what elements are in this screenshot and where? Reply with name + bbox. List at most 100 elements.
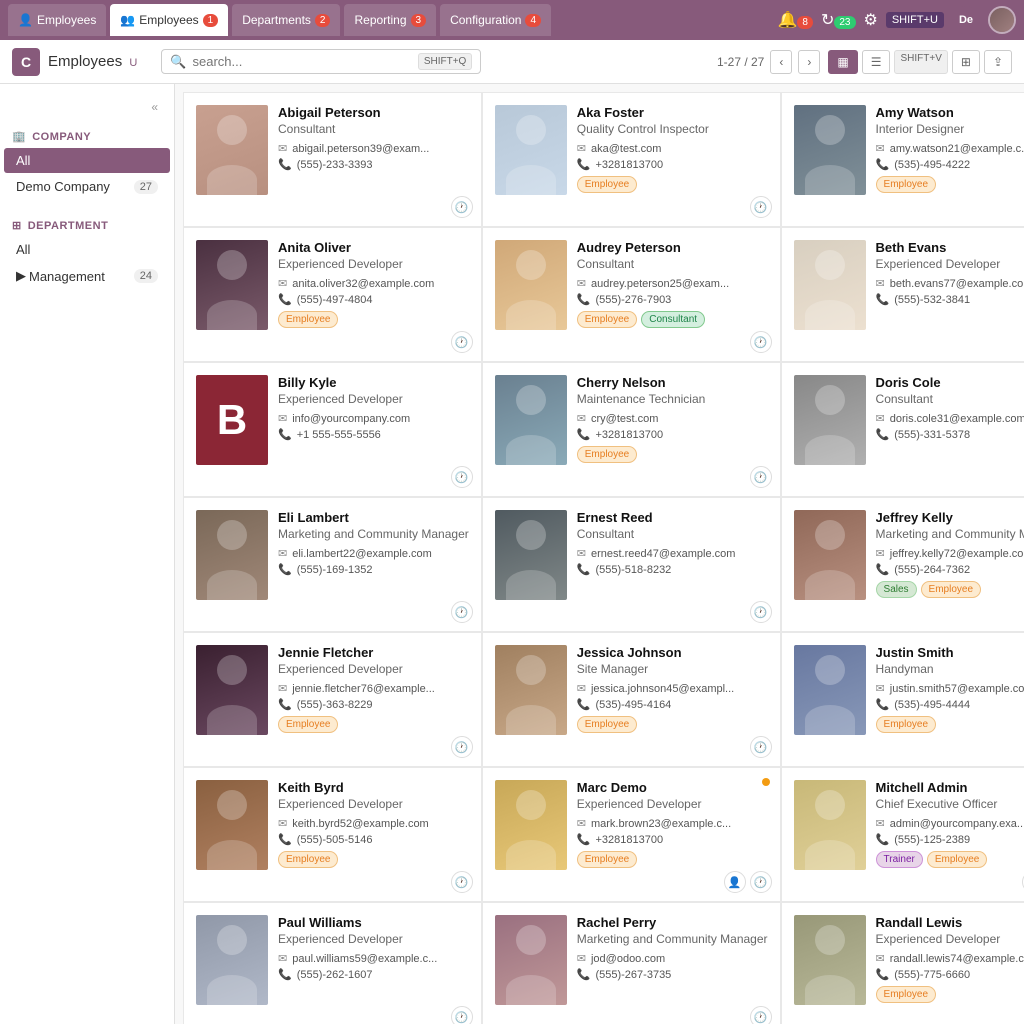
email-icon: ✉ — [577, 142, 586, 155]
employee-job: Experienced Developer — [876, 257, 1024, 271]
employee-card[interactable]: Paul WilliamsExperienced Developer✉paul.… — [183, 902, 482, 1024]
employee-photo — [196, 645, 268, 735]
email-icon: ✉ — [577, 412, 586, 425]
employee-info: Billy KyleExperienced Developer✉info@you… — [278, 375, 469, 484]
employee-email: ✉paul.williams59@example.c... — [278, 952, 469, 965]
refresh-icon[interactable]: ↻23 — [821, 10, 856, 30]
tag-employee: Employee — [577, 851, 637, 868]
employee-extra-icon[interactable]: 👤 — [724, 871, 746, 893]
employee-grid: Abigail PetersonConsultant✉abigail.peter… — [183, 92, 1016, 1024]
employee-clock-button[interactable]: 🕐 — [451, 601, 473, 623]
employee-card[interactable]: Aka FosterQuality Control Inspector✉aka@… — [482, 92, 781, 227]
employee-phone: 📞+3281813700 — [577, 158, 768, 171]
search-input[interactable] — [193, 54, 412, 69]
employee-clock-button[interactable]: 🕐 — [750, 1006, 772, 1024]
employee-card[interactable]: BBilly KyleExperienced Developer✉info@yo… — [183, 362, 482, 497]
employee-tags: SalesEmployee — [876, 581, 1024, 598]
sidebar-item-demo-company[interactable]: Demo Company 27 — [4, 174, 170, 199]
employee-clock-button[interactable]: 🕐 — [750, 331, 772, 353]
employee-card[interactable]: Anita OliverExperienced Developer✉anita.… — [183, 227, 482, 362]
employee-clock-button[interactable]: 🕐 — [451, 736, 473, 758]
search-shortcut: SHIFT+Q — [418, 53, 473, 70]
employee-clock-button[interactable]: 🕐 — [750, 601, 772, 623]
employee-clock-button[interactable]: 🕐 — [750, 871, 772, 893]
tag-trainer: Trainer — [876, 851, 923, 868]
user-profile-avatar[interactable] — [988, 6, 1016, 34]
employee-card[interactable]: Cherry NelsonMaintenance Technician✉cry@… — [482, 362, 781, 497]
employee-clock-button[interactable]: 🕐 — [750, 736, 772, 758]
nav-tab-employees[interactable]: 👥 Employees 1 — [110, 4, 228, 36]
employee-card[interactable]: Jeffrey KellyMarketing and Community Man… — [781, 497, 1024, 632]
next-page-button[interactable]: › — [798, 50, 820, 74]
employee-card[interactable]: Audrey PetersonConsultant✉audrey.peterso… — [482, 227, 781, 362]
sidebar-item-management[interactable]: ▶ Management 24 — [4, 263, 170, 289]
employee-card[interactable]: Keith ByrdExperienced Developer✉keith.by… — [183, 767, 482, 902]
employee-card[interactable]: Jessica JohnsonSite Manager✉jessica.john… — [482, 632, 781, 767]
employee-clock-button[interactable]: 🕐 — [451, 1006, 473, 1024]
employee-card[interactable]: Amy WatsonInterior Designer✉amy.watson21… — [781, 92, 1024, 227]
sidebar-collapse-button[interactable]: « — [143, 96, 166, 118]
employee-card[interactable]: Rachel PerryMarketing and Community Mana… — [482, 902, 781, 1024]
employee-clock-button[interactable]: 🕐 — [451, 871, 473, 893]
settings-icon[interactable]: ⚙ — [864, 10, 878, 30]
list-view-button[interactable]: ☰ — [862, 50, 891, 74]
employee-card[interactable]: Ernest ReedConsultant✉ernest.reed47@exam… — [482, 497, 781, 632]
employee-job: Consultant — [876, 392, 1024, 406]
employee-card[interactable]: Justin SmithHandyman✉justin.smith57@exam… — [781, 632, 1024, 767]
employee-clock-button[interactable]: 🕐 — [750, 466, 772, 488]
employee-card[interactable]: Marc DemoExperienced Developer✉mark.brow… — [482, 767, 781, 902]
employee-card[interactable]: Abigail PetersonConsultant✉abigail.peter… — [183, 92, 482, 227]
nav-tab-reporting[interactable]: Reporting 3 — [344, 4, 436, 36]
nav-tab-departments[interactable]: Departments 2 — [232, 4, 340, 36]
employee-card[interactable]: Jennie FletcherExperienced Developer✉jen… — [183, 632, 482, 767]
employee-email: ✉ernest.reed47@example.com — [577, 547, 768, 560]
employee-name: Jennie Fletcher — [278, 645, 469, 660]
employee-card[interactable]: Mitchell AdminChief Executive Officer✉ad… — [781, 767, 1024, 902]
employee-info: Rachel PerryMarketing and Community Mana… — [577, 915, 768, 1024]
email-icon: ✉ — [577, 547, 586, 560]
employee-email: ✉keith.byrd52@example.com — [278, 817, 469, 830]
employee-name: Keith Byrd — [278, 780, 469, 795]
search-bar[interactable]: 🔍 SHIFT+Q — [161, 49, 481, 74]
employee-clock-button[interactable]: 🕐 — [451, 196, 473, 218]
employee-card[interactable]: Randall LewisExperienced Developer✉randa… — [781, 902, 1024, 1024]
email-icon: ✉ — [577, 277, 586, 290]
notification-icon[interactable]: 🔔8 — [777, 10, 812, 30]
employee-job: Marketing and Community Manager — [577, 932, 768, 946]
kanban-view-button[interactable]: ▦ — [828, 50, 857, 74]
employee-clock-button[interactable]: 🕐 — [451, 331, 473, 353]
employee-phone: 📞(535)-495-4164 — [577, 698, 768, 711]
user-avatar[interactable]: De — [952, 6, 980, 34]
nav-tab-hr[interactable]: 👤 Employees — [8, 4, 106, 36]
employee-clock-button[interactable]: 🕐 — [451, 466, 473, 488]
sidebar-item-department-all[interactable]: All — [4, 237, 170, 262]
phone-icon: 📞 — [876, 293, 890, 306]
employee-name: Anita Oliver — [278, 240, 469, 255]
sidebar-item-management-label: Management — [29, 269, 105, 284]
table-view-button[interactable]: ⊞ — [952, 50, 980, 74]
secondary-navigation: C Employees U 🔍 SHIFT+Q 1-27 / 27 ‹ › ▦ … — [0, 40, 1024, 84]
prev-page-button[interactable]: ‹ — [770, 50, 792, 74]
employee-phone: 📞(555)-518-8232 — [577, 563, 768, 576]
email-icon: ✉ — [577, 817, 586, 830]
employee-card[interactable]: Beth EvansExperienced Developer✉beth.eva… — [781, 227, 1024, 362]
nav-tab-configuration[interactable]: Configuration 4 — [440, 4, 551, 36]
employee-job: Quality Control Inspector — [577, 122, 768, 136]
share-button[interactable]: ⇪ — [984, 50, 1012, 74]
employee-card[interactable]: Doris ColeConsultant✉doris.cole31@exampl… — [781, 362, 1024, 497]
employee-actions: 🕐 — [750, 736, 772, 758]
phone-icon: 📞 — [278, 428, 292, 441]
employee-name: Randall Lewis — [876, 915, 1024, 930]
employee-photo — [495, 510, 567, 600]
sidebar-item-company-all[interactable]: All — [4, 148, 170, 173]
employee-name: Cherry Nelson — [577, 375, 768, 390]
employee-actions: 🕐 — [451, 736, 473, 758]
employee-clock-button[interactable]: 🕐 — [750, 196, 772, 218]
employee-email: ✉audrey.peterson25@exam... — [577, 277, 768, 290]
employee-phone: 📞+3281813700 — [577, 428, 768, 441]
employee-card[interactable]: Eli LambertMarketing and Community Manag… — [183, 497, 482, 632]
phone-icon: 📞 — [577, 428, 591, 441]
employee-photo — [794, 915, 866, 1005]
employee-phone: 📞(555)-276-7903 — [577, 293, 768, 306]
tag-employee: Employee — [577, 311, 637, 328]
